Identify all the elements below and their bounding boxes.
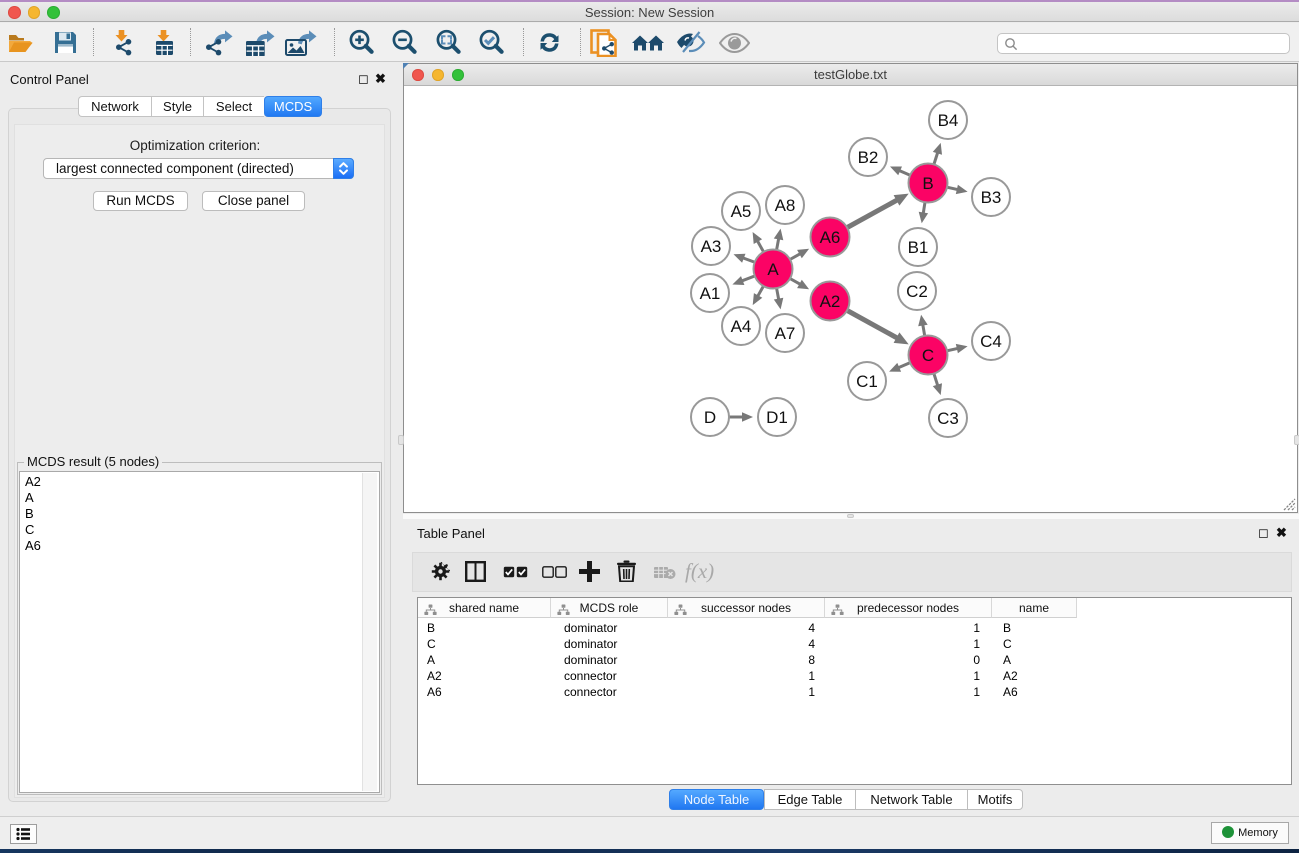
svg-text:A: A [767,260,779,279]
svg-text:D: D [704,408,716,427]
svg-text:A6: A6 [820,228,841,247]
svg-text:B: B [922,174,933,193]
svg-text:B4: B4 [938,111,959,130]
svg-text:D1: D1 [766,408,788,427]
svg-text:B2: B2 [858,148,879,167]
svg-text:C1: C1 [856,372,878,391]
svg-text:A4: A4 [731,317,752,336]
svg-text:B1: B1 [908,238,929,257]
svg-text:A2: A2 [820,292,841,311]
svg-text:C4: C4 [980,332,1002,351]
svg-text:C: C [922,346,934,365]
svg-text:A3: A3 [701,237,722,256]
svg-text:A8: A8 [775,196,796,215]
svg-text:C2: C2 [906,282,928,301]
svg-text:B3: B3 [981,188,1002,207]
svg-text:A7: A7 [775,324,796,343]
svg-text:A5: A5 [731,202,752,221]
svg-text:A1: A1 [700,284,721,303]
svg-text:C3: C3 [937,409,959,428]
